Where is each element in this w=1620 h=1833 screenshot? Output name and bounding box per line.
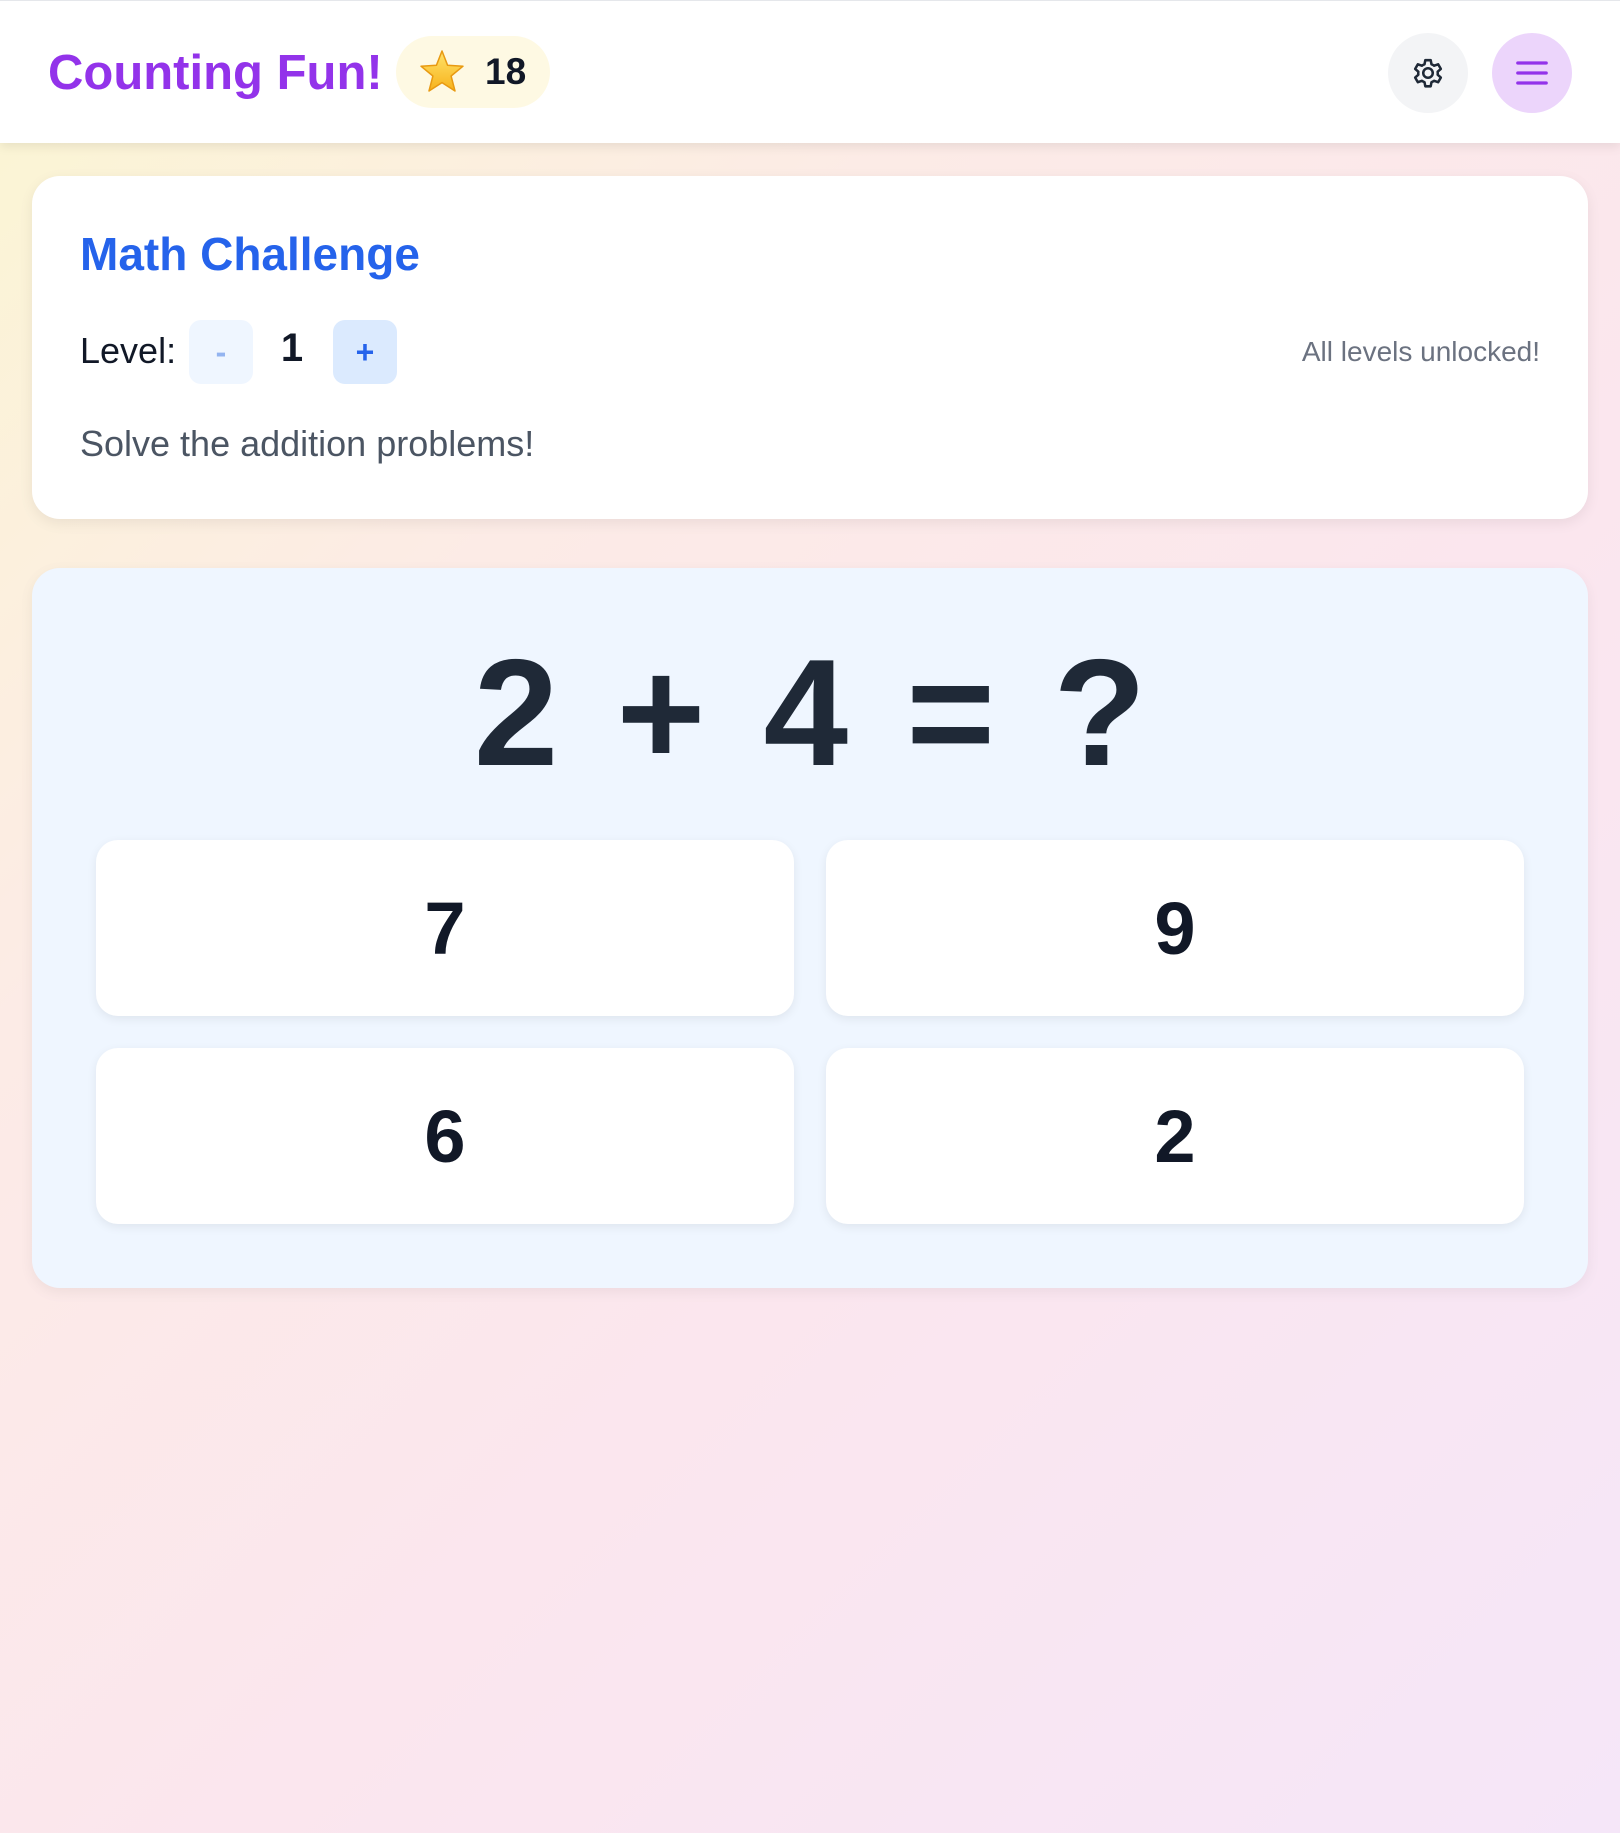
math-equation: 2 + 4 = ? bbox=[473, 628, 1147, 798]
challenge-info-card: Math Challenge Level: - 1 + All levels u… bbox=[32, 176, 1588, 519]
app-header: Counting Fun! 18 bbox=[0, 0, 1620, 143]
level-increase-button[interactable]: + bbox=[333, 320, 397, 384]
gear-icon bbox=[1413, 58, 1443, 88]
instructions-text: Solve the addition problems! bbox=[80, 423, 535, 464]
level-label: Level: bbox=[80, 330, 177, 371]
settings-button[interactable] bbox=[1388, 33, 1468, 113]
problem-card: 2 + 4 = ? 7 9 6 2 bbox=[32, 568, 1588, 1288]
star-count: 18 bbox=[485, 51, 527, 92]
app-title: Counting Fun! bbox=[48, 46, 383, 100]
challenge-title: Math Challenge bbox=[80, 228, 420, 280]
level-decrease-button[interactable]: - bbox=[189, 320, 253, 384]
unlock-status: All levels unlocked! bbox=[1301, 336, 1540, 367]
hamburger-menu-icon bbox=[1516, 61, 1548, 85]
star-icon bbox=[420, 50, 464, 92]
menu-button[interactable] bbox=[1492, 33, 1572, 113]
star-score-badge: 18 bbox=[396, 36, 550, 108]
answer-option[interactable]: 6 bbox=[96, 1048, 794, 1224]
answer-option[interactable]: 2 bbox=[826, 1048, 1524, 1224]
answer-option[interactable]: 9 bbox=[826, 840, 1524, 1016]
answer-option[interactable]: 7 bbox=[96, 840, 794, 1016]
level-value: 1 bbox=[280, 326, 304, 370]
